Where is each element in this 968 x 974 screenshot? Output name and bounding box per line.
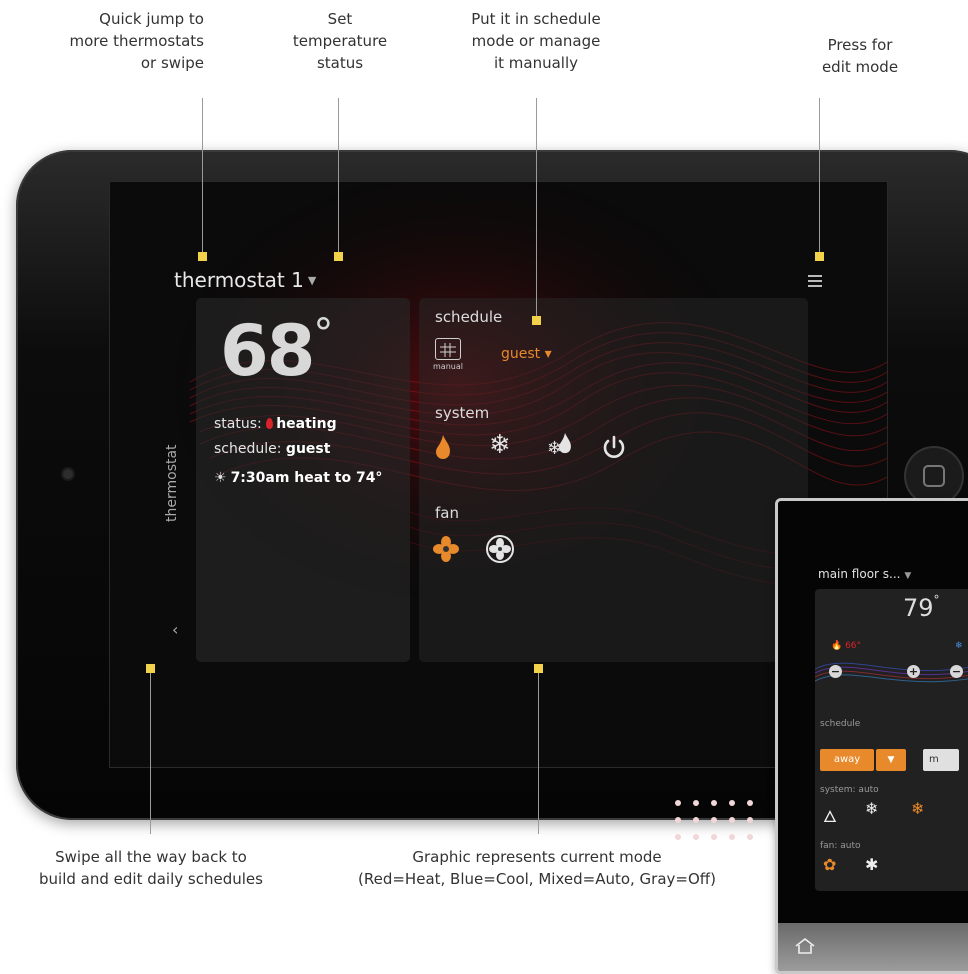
annotation-marker	[534, 664, 543, 673]
schedule-dropdown[interactable]: guest ▾	[501, 346, 552, 362]
phone-thermostat-selector[interactable]: main floor s... ▼	[818, 567, 911, 581]
callout-graphic-mode: Graphic represents current mode (Red=Hea…	[358, 848, 716, 888]
decorative-dots	[675, 800, 753, 840]
snowflake-icon[interactable]: ❄	[865, 799, 878, 818]
connector-line	[150, 668, 151, 834]
auto-mode-icon[interactable]: ❄	[547, 432, 572, 462]
snowflake-icon[interactable]: ❄	[489, 432, 511, 458]
fan-auto-icon[interactable]: ✱	[865, 855, 878, 874]
sun-icon: ☀	[214, 470, 227, 486]
annotation-marker	[146, 664, 155, 673]
connector-line	[202, 98, 203, 256]
minus-button[interactable]: −	[950, 665, 963, 678]
phone-temperature: 79°	[903, 593, 940, 622]
annotation-marker	[815, 252, 824, 261]
phone-away-button[interactable]: away	[820, 749, 874, 771]
current-temperature: 68°	[220, 310, 333, 392]
status-panel: 68° status: heating schedule: guest ☀ 7:3…	[196, 298, 410, 662]
tablet-screen: thermostat 1 ▼ 68° status: heating schedu…	[109, 181, 888, 768]
minus-button[interactable]: −	[829, 665, 842, 678]
callout-schedule-mode: Put it in schedule mode or manage it man…	[471, 10, 601, 72]
callout-edit-mode: Press for edit mode	[821, 36, 899, 76]
phone-cool-icon: ❄	[955, 641, 963, 651]
fan-heading: fan	[435, 504, 459, 522]
power-icon[interactable]	[601, 434, 627, 465]
phone-fan-label: fan: auto	[820, 841, 861, 851]
schedule-heading: schedule	[435, 308, 503, 326]
phone-system-label: system: auto	[820, 785, 879, 795]
controls-panel: schedule manual guest ▾ system ❄ ❄ fan	[419, 298, 808, 662]
phone-manual-button[interactable]: m	[923, 749, 959, 771]
thermostat-side-tab[interactable]: thermostat	[164, 444, 180, 522]
flame-icon	[266, 418, 274, 429]
thermostat-name: thermostat 1	[174, 268, 304, 292]
fan-on-icon[interactable]	[433, 536, 459, 567]
annotation-marker	[334, 252, 343, 261]
dropdown-caret-icon: ▼	[307, 274, 317, 287]
connector-line	[536, 98, 537, 320]
menu-icon[interactable]	[808, 275, 822, 287]
system-heading: system	[435, 404, 490, 422]
home-icon[interactable]	[794, 937, 816, 955]
phone-schedule-dropdown[interactable]: ▼	[876, 749, 906, 771]
manual-calendar-icon[interactable]	[435, 338, 461, 360]
phone-device: main floor s... ▼ 79° 🔥 66° ❄ − + − sche…	[775, 498, 968, 974]
home-square-icon	[923, 465, 945, 487]
manual-label: manual	[433, 362, 463, 371]
next-event: ☀ 7:30am heat to 74°	[214, 470, 383, 486]
fan-auto-icon[interactable]	[485, 534, 515, 569]
camera-icon	[63, 469, 73, 479]
callout-quick-jump: Quick jump to more thermostats or swipe	[69, 10, 204, 72]
callout-swipe-back: Swipe all the way back to build and edit…	[39, 848, 263, 888]
annotation-marker	[198, 252, 207, 261]
status-line: status: heating	[214, 416, 337, 432]
flame-icon[interactable]: 🜂	[823, 799, 837, 832]
flame-icon[interactable]	[435, 434, 451, 465]
thermostat-selector[interactable]: thermostat 1 ▼	[174, 268, 316, 292]
callout-set-temperature: Set temperature status	[292, 10, 388, 72]
phone-schedule-label: schedule	[820, 719, 861, 729]
phone-heat-setpoint: 🔥 66°	[831, 641, 862, 651]
plus-button[interactable]: +	[907, 665, 920, 678]
phone-nav-bar	[778, 923, 968, 971]
annotation-marker	[532, 316, 541, 325]
fan-on-icon[interactable]: ✿	[823, 855, 836, 874]
connector-line	[819, 98, 820, 256]
auto-mode-icon[interactable]: ❄	[911, 799, 924, 818]
phone-panel: 79° 🔥 66° ❄ − + − schedule away ▼ m syst…	[815, 589, 968, 891]
home-button[interactable]	[906, 448, 962, 504]
connector-line	[538, 668, 539, 834]
chevron-left-icon[interactable]: ‹	[172, 620, 178, 639]
schedule-line: schedule: guest	[214, 441, 331, 457]
phone-screen: main floor s... ▼ 79° 🔥 66° ❄ − + − sche…	[778, 501, 968, 923]
connector-line	[338, 98, 339, 256]
